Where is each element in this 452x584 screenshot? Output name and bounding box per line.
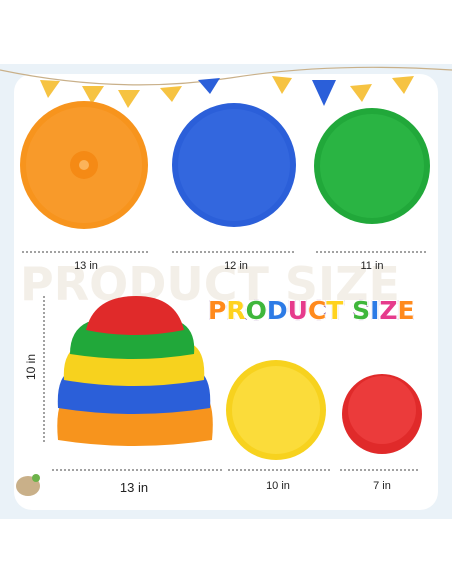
bunting-flag [118,90,140,108]
bird-icon [16,474,40,496]
title-letter: Z [378,295,398,326]
stack-width-size: 13 in [119,480,149,495]
bunting-flag [272,76,292,94]
green-disc-size: 11 in [360,260,384,272]
bunting-flag [160,86,182,102]
product-illustration: PRODUCT SIZE [0,66,452,496]
blue-stepping-disc [172,103,296,227]
yellow-disc-size: 10 in [266,480,290,492]
yellow-stepping-disc [226,360,326,460]
bunting-flag [312,80,336,106]
page-title: PRODUCT SIZE [207,295,416,326]
title-letter: U [287,295,309,326]
title-letter: P [207,295,227,326]
blue-disc-size: 12 in [224,260,248,272]
title-letter: S [351,295,371,326]
bunting-flag [40,80,60,98]
title-letter: R [225,295,246,326]
title-letter: C [307,295,327,326]
bunting-flag [198,78,220,94]
stack-height-size: 10 in [24,353,39,381]
orange-stepping-disc [20,101,148,229]
title-letter: D [266,295,289,326]
stacked-balance-stones [57,296,213,446]
title-letter: T [325,295,344,326]
orange-disc-size: 13 in [74,260,98,272]
title-letter: E [397,295,416,326]
title-letter: O [245,295,268,326]
red-dome [342,374,422,454]
title-letter: I [369,295,380,326]
red-dome-size: 7 in [373,480,391,492]
bunting-string [0,66,452,86]
title-letter [343,296,352,325]
green-stepping-disc [314,108,430,224]
bunting-flag [392,76,414,94]
bunting-flag [350,84,372,102]
